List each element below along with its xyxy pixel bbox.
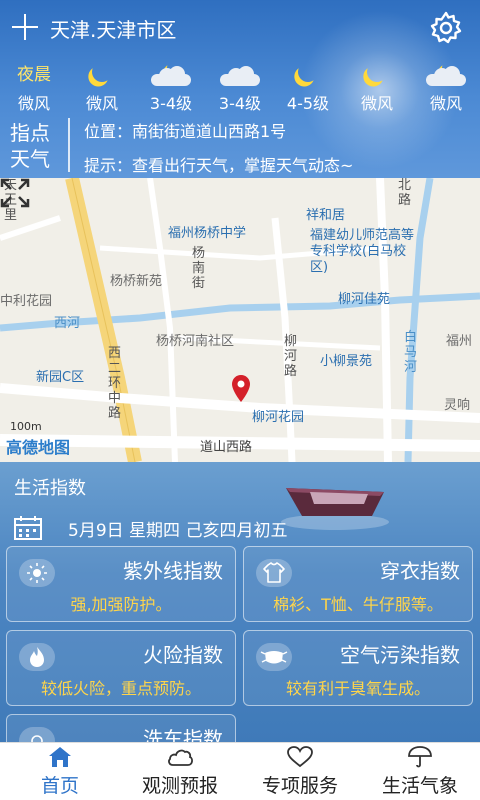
map-poi[interactable]: 福州杨桥中学	[168, 222, 246, 241]
forecast-item[interactable]: 微风	[343, 56, 411, 114]
car-wash-icon	[19, 727, 55, 742]
life-index-section: 生活指数 5月9日 星期四 己亥四月初五 紫外线指数 强,加强防护。 穿衣指数 …	[0, 462, 480, 742]
brand-label: 指点天气	[10, 121, 50, 171]
forecast-wind: 微风	[429, 94, 462, 113]
cloud-icon	[151, 66, 191, 86]
section-title: 生活指数	[14, 478, 86, 499]
divider	[68, 118, 70, 172]
map-label: 杨南街	[192, 246, 206, 291]
date-text: 5月9日 星期四 己亥四月初五	[68, 521, 288, 541]
map-label: 白马河	[404, 330, 418, 375]
map-label: 柳河路	[284, 334, 298, 379]
moon-icon	[295, 59, 321, 85]
cloud-icon	[220, 66, 260, 86]
tip-text: 提示：查看出行天气，掌握天气动态~	[84, 156, 354, 175]
boat-illustration	[281, 488, 389, 530]
map-poi[interactable]: 福建幼儿师范高等专科学校(白马校区)	[310, 228, 420, 276]
forecast-item[interactable]: 3-4级	[137, 56, 205, 114]
card-title: 穿衣指数	[380, 559, 460, 583]
forecast-item[interactable]: 3-4级	[206, 56, 274, 114]
bottom-nav: 首页 观测预报 专项服务 生活气象	[0, 742, 480, 800]
moon-icon	[364, 59, 390, 85]
forecast-item[interactable]: 4-5级	[274, 56, 342, 114]
cloud-icon	[168, 749, 193, 766]
forecast-wind: 3-4级	[149, 94, 193, 113]
forecast-wind: 微风	[360, 94, 393, 113]
map-scale: 100m	[10, 420, 42, 433]
card-desc: 棉衫、T恤、牛仔服等。	[273, 595, 443, 614]
location-pin-icon[interactable]	[230, 374, 252, 404]
gear-icon[interactable]	[428, 10, 464, 46]
forecast-item[interactable]: 夜晨 微风	[0, 56, 68, 114]
card-title: 洗车指数	[143, 727, 223, 742]
umbrella-icon	[408, 746, 432, 768]
tab-life-weather[interactable]: 生活气象	[360, 743, 480, 800]
sun-icon	[19, 559, 55, 587]
map-label: 道山西路	[200, 440, 253, 455]
card-title: 空气污染指数	[340, 643, 460, 667]
card-title: 紫外线指数	[123, 559, 223, 583]
tab-label: 专项服务	[261, 775, 338, 797]
map-logo: 高德地图	[6, 438, 71, 457]
forecast-wind: 4-5级	[286, 94, 330, 113]
hint-row: 指点天气 位置：南街街道道山西路1号 提示：查看出行天气，掌握天气动态~	[0, 114, 480, 178]
hourly-forecast: 夜晨 微风 微风 3-4级 3-4级 4-5级 微风 微风	[0, 56, 480, 114]
map-label: 西二环中路	[108, 346, 122, 421]
fullscreen-icon[interactable]	[0, 178, 30, 208]
forecast-wind: 微风	[85, 94, 118, 113]
mask-icon	[256, 643, 292, 671]
tab-home[interactable]: 首页	[0, 743, 120, 800]
calendar-icon	[14, 516, 42, 540]
cloud-icon	[426, 66, 466, 86]
heart-icon	[287, 746, 313, 768]
location-text: 位置：南街街道道山西路1号	[84, 122, 287, 141]
index-card-carwash[interactable]: 洗车指数	[6, 714, 236, 742]
add-city-icon[interactable]	[10, 12, 40, 42]
card-title: 火险指数	[143, 643, 223, 667]
map-label: 西河	[54, 316, 81, 331]
tab-special-service[interactable]: 专项服务	[240, 743, 360, 800]
map-poi[interactable]: 祥和居	[306, 204, 345, 223]
shirt-icon	[256, 559, 292, 587]
city-name[interactable]: 天津.天津市区	[50, 14, 176, 43]
map-label: 福州	[446, 334, 473, 349]
weather-header: 天津.天津市区 夜晨 微风 微风 3-4级 3-4级 4-5级 微风 微风 指点…	[0, 0, 480, 178]
map-poi[interactable]: 新园C区	[36, 366, 84, 385]
map-poi[interactable]: 柳河花园	[252, 406, 304, 425]
moon-icon	[89, 59, 115, 85]
map-label: 杨桥河南社区	[156, 334, 235, 349]
index-card-clothing[interactable]: 穿衣指数 棉衫、T恤、牛仔服等。	[243, 546, 473, 622]
home-icon	[49, 747, 71, 767]
index-card-fire[interactable]: 火险指数 较低火险，重点预防。	[6, 630, 236, 706]
map-label: 中利花园	[0, 294, 53, 309]
forecast-item[interactable]: 微风	[412, 56, 480, 114]
tab-observation[interactable]: 观测预报	[120, 743, 240, 800]
forecast-wind: 微风	[17, 94, 50, 113]
card-desc: 强,加强防护。	[70, 595, 172, 614]
map-poi[interactable]: 小柳景苑	[320, 350, 372, 369]
fire-icon	[19, 643, 55, 671]
index-card-uv[interactable]: 紫外线指数 强,加强防护。	[6, 546, 236, 622]
forecast-item[interactable]: 微风	[68, 56, 136, 114]
map-label: 北路	[398, 178, 412, 208]
tab-label: 首页	[40, 775, 79, 797]
card-desc: 较有利于臭氧生成。	[285, 679, 430, 698]
map-view[interactable]: 天王里 福州杨桥中学 祥和居 福建幼儿师范高等专科学校(白马校区) 杨桥新苑 杨…	[0, 178, 480, 462]
map-label: 杨桥新苑	[110, 274, 163, 289]
index-card-air[interactable]: 空气污染指数 较有利于臭氧生成。	[243, 630, 473, 706]
map-poi[interactable]: 柳河佳苑	[338, 288, 390, 307]
top-bar: 天津.天津市区	[0, 0, 480, 56]
tab-label: 生活气象	[381, 775, 458, 797]
card-desc: 较低火险，重点预防。	[40, 679, 201, 698]
forecast-period-label: 夜晨	[17, 65, 51, 85]
map-label: 灵响	[444, 398, 471, 413]
tab-label: 观测预报	[141, 775, 218, 797]
forecast-wind: 3-4级	[218, 94, 262, 113]
